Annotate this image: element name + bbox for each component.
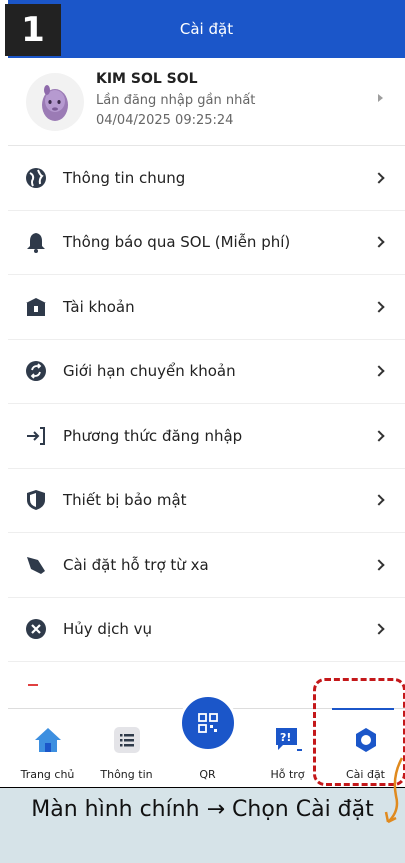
home-icon [34,728,61,752]
profile-card[interactable]: KIM SOL SOL Lần đăng nhập gần nhất 04/04… [8,58,405,146]
last-login-label: Lần đăng nhập gần nhất [96,93,256,108]
svg-text:?!: ?! [280,731,291,744]
bell-icon [27,233,45,254]
menu-item-transfer-limit[interactable]: Giới hạn chuyển khoản [8,339,405,404]
chevron-right-icon [373,301,385,313]
character-avatar-icon [42,85,68,121]
tab-label: Thông tin [100,768,153,781]
menu-label: Hủy dịch vụ [63,620,153,639]
page-title: Cài đặt [179,20,234,38]
qr-code-icon [198,713,218,733]
globe-icon [26,167,46,188]
tab-home[interactable]: Trang chủ [8,709,87,787]
chevron-right-icon [373,236,385,248]
menu-label: Thiết bị bảo mật [63,491,187,510]
bank-icon [26,297,46,316]
last-login-time: 04/04/2025 09:25:24 [96,113,234,128]
menu-item-login-method[interactable]: Phương thức đăng nhập [8,404,405,469]
remote-support-icon [27,556,45,574]
chevron-right-icon [373,623,385,635]
login-icon [27,426,45,445]
caret-right-icon [378,94,383,102]
transfer-limit-icon [26,361,46,382]
menu-item-general-info[interactable]: Thông tin chung [8,146,405,211]
tab-qr[interactable]: QR [168,694,247,787]
tab-label: Trang chủ [20,768,75,781]
list-icon [113,727,140,753]
settings-menu: Thông tin chung Thông báo qua SOL (Miễn … [8,146,405,662]
chevron-right-icon [373,365,385,377]
menu-label: Thông báo qua SOL (Miễn phí) [63,233,291,252]
qr-button[interactable] [179,694,237,752]
step-number-badge: 1 [5,4,61,56]
chat-help-icon: ?! [275,728,302,751]
phone-screen: Cài đặt KIM SOL SOL Lần đăng nhập gần nh… [8,0,405,787]
tab-info[interactable]: Thông tin [87,709,166,787]
chevron-right-icon [373,172,385,184]
instruction-caption: Màn hình chính → Chọn Cài đặt [0,787,405,863]
scrolled-item-edge [28,684,38,686]
menu-label: Phương thức đăng nhập [63,426,243,445]
chevron-right-icon [373,494,385,506]
avatar [26,73,84,131]
menu-item-remote-support[interactable]: Cài đặt hỗ trợ từ xa [8,533,405,598]
chevron-right-icon [373,559,385,571]
menu-label: Giới hạn chuyển khoản [63,362,236,381]
menu-item-cancel-service[interactable]: Hủy dịch vụ [8,597,405,662]
app-header: Cài đặt [8,0,405,58]
profile-name: KIM SOL SOL [96,71,198,87]
menu-item-sol-notifications[interactable]: Thông báo qua SOL (Miễn phí) [8,210,405,275]
tab-label: QR [199,768,216,781]
menu-item-account[interactable]: Tài khoản [8,275,405,340]
cancel-icon [26,619,46,640]
menu-label: Thông tin chung [63,168,186,187]
shield-icon [27,490,45,511]
pointer-arrow-icon [384,757,404,824]
menu-label: Cài đặt hỗ trợ từ xa [63,555,209,574]
chevron-right-icon [373,430,385,442]
menu-label: Tài khoản [63,297,135,316]
menu-item-security-device[interactable]: Thiết bị bảo mật [8,468,405,533]
